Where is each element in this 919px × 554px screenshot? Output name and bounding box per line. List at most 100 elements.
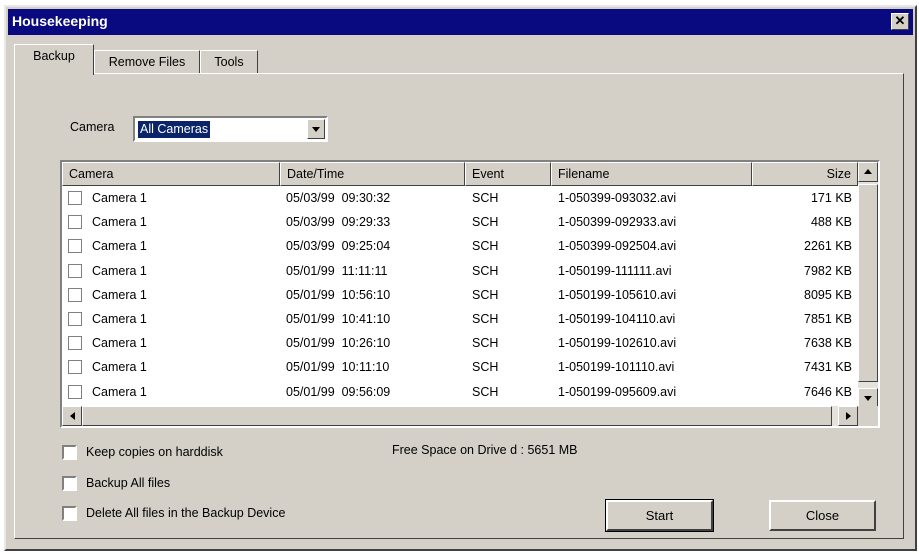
- scroll-right-button[interactable]: [838, 406, 858, 426]
- cell-camera: Camera 1: [92, 239, 147, 254]
- file-list[interactable]: Camera Date/Time Event Filename Size Cam…: [60, 160, 880, 428]
- scroll-left-button[interactable]: [62, 406, 82, 426]
- cell-size: 171 KB: [810, 191, 852, 205]
- table-row[interactable]: Camera 1 05/03/99 09:30:32 SCH 1-050399-…: [62, 186, 858, 210]
- tab-label: Backup: [33, 49, 75, 63]
- window-title: Housekeeping: [12, 13, 108, 29]
- keep-copies-checkbox[interactable]: [62, 445, 77, 460]
- cell-size: 7638 KB: [804, 336, 852, 351]
- keep-copies-label[interactable]: Keep copies on harddisk: [86, 445, 223, 459]
- cell-size: 2261 KB: [804, 239, 852, 254]
- cell-event: SCH: [472, 191, 499, 205]
- cell-datetime: 05/01/99 10:41:10: [286, 311, 391, 326]
- close-button[interactable]: Close: [769, 500, 876, 531]
- backup-all-label[interactable]: Backup All files: [86, 476, 170, 490]
- column-header-datetime[interactable]: Date/Time: [280, 162, 465, 186]
- cell-filename: 1-050199-101110.avi: [558, 360, 675, 375]
- row-checkbox[interactable]: [68, 239, 82, 254]
- row-checkbox[interactable]: [68, 336, 82, 351]
- cell-camera: Camera 1: [92, 215, 147, 230]
- close-icon: ✕: [894, 13, 906, 28]
- camera-label: Camera: [70, 120, 115, 134]
- row-checkbox[interactable]: [68, 384, 82, 399]
- table-row[interactable]: Camera 1 05/01/99 10:26:10 SCH 1-050199-…: [62, 331, 858, 355]
- file-list-header: Camera Date/Time Event Filename Size: [62, 162, 858, 186]
- file-list-rows: Camera 1 05/03/99 09:30:32 SCH 1-050399-…: [62, 186, 858, 404]
- cell-datetime: 05/03/99 09:25:04: [286, 239, 391, 254]
- arrow-up-icon: [864, 169, 872, 174]
- tab-label: Remove Files: [108, 55, 186, 69]
- free-space-text: Free Space on Drive d : 5651 MB: [392, 443, 578, 457]
- column-header-event[interactable]: Event: [465, 162, 551, 186]
- table-row[interactable]: Camera 1 05/01/99 10:41:10 SCH 1-050199-…: [62, 307, 858, 331]
- cell-camera: Camera 1: [92, 384, 147, 399]
- cell-size: 7431 KB: [804, 360, 852, 375]
- backup-all-checkbox[interactable]: [62, 476, 77, 491]
- cell-camera: Camera 1: [92, 336, 147, 351]
- tab-backup[interactable]: Backup: [14, 44, 94, 75]
- vertical-scroll-thumb[interactable]: [858, 184, 878, 382]
- delete-all-label[interactable]: Delete All files in the Backup Device: [86, 506, 285, 520]
- cell-datetime: 05/01/99 11:11:11: [286, 263, 388, 278]
- table-row[interactable]: Camera 1 05/01/99 11:11:11 SCH 1-050199-…: [62, 259, 858, 283]
- row-checkbox[interactable]: [68, 360, 82, 375]
- cell-event: SCH: [472, 311, 499, 326]
- cell-datetime: 05/03/99 09:30:32: [286, 191, 391, 205]
- scroll-up-button[interactable]: [858, 162, 878, 182]
- row-checkbox[interactable]: [68, 191, 82, 205]
- cell-camera: Camera 1: [92, 287, 147, 302]
- cell-camera: Camera 1: [92, 263, 147, 278]
- table-row[interactable]: Camera 1 05/01/99 09:56:09 SCH 1-050199-…: [62, 380, 858, 404]
- cell-datetime: 05/01/99 10:11:10: [286, 360, 390, 375]
- title-bar[interactable]: Housekeeping ✕: [8, 9, 913, 35]
- table-row[interactable]: Camera 1 05/01/99 10:56:10 SCH 1-050199-…: [62, 283, 858, 307]
- cell-datetime: 05/01/99 10:26:10: [286, 336, 391, 351]
- cell-size: 7982 KB: [804, 263, 852, 278]
- cell-event: SCH: [472, 263, 499, 278]
- scrollbar-corner: [858, 406, 878, 426]
- cell-event: SCH: [472, 360, 499, 375]
- cell-event: SCH: [472, 384, 499, 399]
- row-checkbox[interactable]: [68, 263, 82, 278]
- table-row[interactable]: Camera 1 05/03/99 09:25:04 SCH 1-050399-…: [62, 234, 858, 258]
- table-row[interactable]: Camera 1 05/01/99 10:11:10 SCH 1-050199-…: [62, 355, 858, 379]
- column-header-size[interactable]: Size: [752, 162, 858, 186]
- cell-camera: Camera 1: [92, 191, 147, 205]
- table-row[interactable]: Camera 1 05/03/99 09:29:33 SCH 1-050399-…: [62, 210, 858, 234]
- cell-filename: 1-050199-095609.avi: [558, 384, 677, 399]
- arrow-right-icon: [845, 412, 851, 420]
- cell-event: SCH: [472, 239, 499, 254]
- cell-size: 7851 KB: [804, 311, 852, 326]
- tab-tools[interactable]: Tools: [200, 50, 258, 74]
- vertical-scrollbar[interactable]: [858, 162, 878, 408]
- start-button[interactable]: Start: [605, 499, 714, 532]
- cell-event: SCH: [472, 336, 499, 351]
- arrow-down-icon: [864, 396, 872, 401]
- tab-remove-files[interactable]: Remove Files: [94, 50, 200, 74]
- cell-size: 7646 KB: [804, 384, 852, 399]
- close-button-label: Close: [805, 508, 840, 523]
- row-checkbox[interactable]: [68, 215, 82, 230]
- cell-filename: 1-050399-093032.avi: [558, 191, 677, 205]
- cell-filename: 1-050399-092504.avi: [558, 239, 677, 254]
- horizontal-scrollbar[interactable]: [62, 406, 858, 426]
- start-button-label: Start: [645, 508, 674, 523]
- row-checkbox[interactable]: [68, 311, 82, 326]
- column-header-filename[interactable]: Filename: [551, 162, 752, 186]
- camera-select-dropdown-button[interactable]: [307, 119, 325, 139]
- cell-camera: Camera 1: [92, 360, 147, 375]
- horizontal-scroll-thumb[interactable]: [82, 406, 832, 426]
- column-header-camera[interactable]: Camera: [62, 162, 280, 186]
- cell-size: 8095 KB: [804, 287, 852, 302]
- tab-label: Tools: [214, 55, 244, 69]
- cell-datetime: 05/01/99 10:56:10: [286, 287, 391, 302]
- scroll-down-button[interactable]: [858, 388, 878, 408]
- cell-datetime: 05/01/99 09:56:09: [286, 384, 391, 399]
- close-window-button[interactable]: ✕: [891, 13, 909, 30]
- delete-all-checkbox[interactable]: [62, 506, 77, 521]
- row-checkbox[interactable]: [68, 287, 82, 302]
- chevron-down-icon: [312, 127, 320, 132]
- camera-select[interactable]: All Cameras: [133, 116, 328, 142]
- cell-filename: 1-050199-105610.avi: [558, 287, 677, 302]
- cell-event: SCH: [472, 287, 499, 302]
